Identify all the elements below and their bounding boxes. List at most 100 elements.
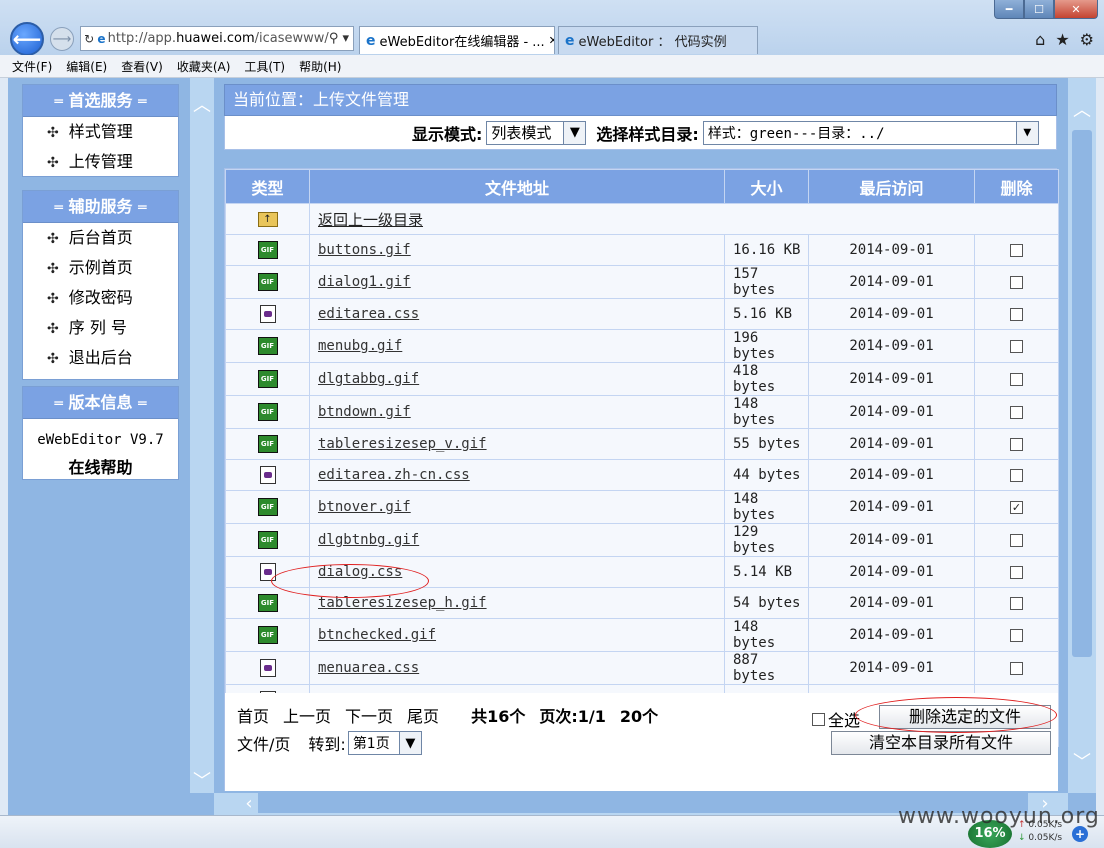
select-all[interactable]: 全选 bbox=[812, 707, 860, 731]
file-size: 44 bytes bbox=[724, 459, 809, 491]
left-frame-scrollbar[interactable]: ︿ ﹀ bbox=[190, 78, 214, 793]
delete-checkbox[interactable] bbox=[1010, 275, 1023, 289]
delete-checkbox[interactable] bbox=[1010, 565, 1023, 579]
minimize-button[interactable]: ━ bbox=[994, 0, 1024, 19]
sidebar-item-style-manage[interactable]: ✣ 样式管理 bbox=[23, 117, 178, 147]
forward-button[interactable]: ⟶ bbox=[50, 27, 74, 51]
file-name-link[interactable]: btndown.gif bbox=[309, 395, 725, 429]
file-name-link[interactable]: buttons.gif bbox=[309, 234, 725, 266]
delete-checkbox[interactable] bbox=[1010, 307, 1023, 321]
chevron-up-icon[interactable]: ︿ bbox=[1068, 96, 1096, 122]
menu-favorites[interactable]: 收藏夹(A) bbox=[177, 58, 231, 75]
prev-page-link[interactable]: 上一页 bbox=[283, 703, 331, 727]
style-dir-select[interactable]: 样式：green---目录：../▼ bbox=[702, 120, 1039, 145]
delete-checkbox[interactable] bbox=[1010, 437, 1023, 451]
goto-page-select[interactable]: 第1页 ▼ bbox=[347, 731, 422, 755]
file-size: 887 bytes bbox=[724, 651, 809, 685]
scrollbar-thumb[interactable] bbox=[1072, 130, 1092, 657]
chevron-up-icon[interactable]: ︿ bbox=[190, 94, 214, 118]
address-url: http://app.huawei.com/icasewww/ bbox=[107, 31, 329, 46]
back-button[interactable]: ⟵ bbox=[10, 22, 44, 56]
watermark-text: www.wooyun.org bbox=[898, 804, 1100, 829]
next-page-link[interactable]: 下一页 bbox=[345, 703, 393, 727]
file-name-link[interactable]: btnover.gif bbox=[309, 490, 725, 524]
chevron-down-icon[interactable]: ﹀ bbox=[190, 770, 214, 794]
gear-icon[interactable]: ⚙ bbox=[1080, 30, 1094, 49]
menu-tools[interactable]: 工具(T) bbox=[244, 58, 285, 75]
tab-ewebeditor-online[interactable]: e eWebEditor在线编辑器 - ... ✕ bbox=[359, 26, 555, 54]
header-size: 大小 bbox=[724, 169, 809, 204]
first-page-link[interactable]: 首页 bbox=[237, 703, 269, 727]
chevron-down-icon[interactable]: ﹀ bbox=[1068, 748, 1096, 774]
parent-dir-link[interactable]: 返回上一级目录 bbox=[309, 203, 1059, 235]
delete-checkbox[interactable] bbox=[1010, 533, 1023, 547]
last-access-date: 2014-09-01 bbox=[808, 651, 975, 685]
page-info: 页次:1/1 bbox=[539, 707, 606, 726]
delete-checkbox[interactable] bbox=[1010, 243, 1023, 257]
type-cell bbox=[225, 298, 310, 330]
file-name-link[interactable]: dlgbtnbg.gif bbox=[309, 523, 725, 557]
search-dropdown-icon[interactable]: ⚲ ▾ bbox=[329, 31, 353, 46]
menu-help[interactable]: 帮助(H) bbox=[299, 58, 341, 75]
menu-file[interactable]: 文件(F) bbox=[12, 58, 52, 75]
header-type: 类型 bbox=[225, 169, 310, 204]
delete-checkbox[interactable] bbox=[1010, 405, 1023, 419]
tab-code-examples[interactable]: e eWebEditor ： 代码实例 bbox=[558, 26, 758, 54]
aux-services-panel: ═ 辅助服务 ═ ✣ 后台首页 ✣ 示例首页 ✣ 修改密码 ✣ 序 列 号 ✣ 退出后台 bbox=[22, 190, 179, 380]
online-help-link[interactable]: 在线帮助 bbox=[23, 455, 178, 481]
delete-checkbox[interactable] bbox=[1010, 596, 1023, 610]
close-window-button[interactable]: ✕ bbox=[1054, 0, 1098, 19]
right-frame-scrollbar[interactable]: ︿ ﹀ bbox=[1068, 78, 1096, 793]
pagination-bar: 首页 上一页 下一页 尾页 共16个 页次:1/1 20个 文件/页 转到: 第… bbox=[225, 693, 1058, 791]
last-page-link[interactable]: 尾页 bbox=[407, 703, 439, 727]
menu-edit[interactable]: 编辑(E) bbox=[66, 58, 107, 75]
table-row: GIF buttons.gif 16.16 KB 2014-09-01 bbox=[225, 234, 1059, 266]
sidebar-item-admin-home[interactable]: ✣ 后台首页 bbox=[23, 223, 178, 253]
menu-view[interactable]: 查看(V) bbox=[121, 58, 163, 75]
table-row: menuarea.css 887 bytes 2014-09-01 bbox=[225, 651, 1059, 685]
delete-checkbox[interactable] bbox=[1010, 468, 1023, 482]
file-name-link[interactable]: dlgtabbg.gif bbox=[309, 362, 725, 396]
file-size: 148 bytes bbox=[724, 395, 809, 429]
sidebar-item-example-home[interactable]: ✣ 示例首页 bbox=[23, 253, 178, 283]
sidebar-item-serial-number[interactable]: ✣ 序 列 号 bbox=[23, 313, 178, 343]
home-icon[interactable]: ⌂ bbox=[1035, 30, 1045, 49]
display-mode-select[interactable]: 列表模式 ▼ bbox=[486, 120, 587, 145]
file-name-link[interactable]: editarea.zh-cn.css bbox=[309, 459, 725, 491]
file-size: 54 bytes bbox=[724, 587, 809, 619]
delete-checkbox[interactable] bbox=[1010, 372, 1023, 386]
display-mode-label: 显示模式: bbox=[412, 124, 483, 144]
delete-checkbox[interactable] bbox=[1010, 628, 1023, 642]
file-name-link[interactable]: btnchecked.gif bbox=[309, 618, 725, 652]
select-all-checkbox[interactable] bbox=[812, 712, 825, 726]
header-path: 文件地址 bbox=[309, 169, 725, 204]
maximize-button[interactable]: ☐ bbox=[1024, 0, 1054, 19]
star-icon[interactable]: ★ bbox=[1055, 30, 1069, 49]
delete-checkbox[interactable] bbox=[1010, 339, 1023, 353]
forward-arrow-icon: ⟶ bbox=[52, 31, 72, 47]
bullet-icon: ✣ bbox=[47, 155, 59, 171]
dropdown-arrow-icon: ▼ bbox=[1015, 121, 1038, 144]
sidebar-item-upload-manage[interactable]: ✣ 上传管理 bbox=[23, 147, 178, 177]
clear-directory-button[interactable]: 清空本目录所有文件 bbox=[831, 731, 1051, 755]
table-row: GIF dlgtabbg.gif 418 bytes 2014-09-01 bbox=[225, 362, 1059, 396]
sidebar-item-change-password[interactable]: ✣ 修改密码 bbox=[23, 283, 178, 313]
file-name-link[interactable]: tableresizesep_v.gif bbox=[309, 428, 725, 460]
type-cell: GIF bbox=[225, 490, 310, 524]
refresh-icon[interactable]: ↻ bbox=[83, 32, 95, 46]
sidebar-item-logout[interactable]: ✣ 退出后台 bbox=[23, 343, 178, 373]
select-all-label: 全选 bbox=[828, 711, 861, 730]
delete-checkbox[interactable] bbox=[1010, 661, 1023, 675]
page-content: ═ 首选服务 ═ ✣ 样式管理 ✣ 上传管理 ═ 辅助服务 ═ ✣ 后台首页 ✣ 示例首… bbox=[8, 78, 1096, 815]
file-name-link[interactable]: menubg.gif bbox=[309, 329, 725, 363]
delete-cell bbox=[974, 265, 1059, 299]
chevron-left-icon[interactable]: ‹ bbox=[234, 793, 264, 814]
file-name-link[interactable]: dialog1.gif bbox=[309, 265, 725, 299]
delete-checkbox[interactable]: ✓ bbox=[1010, 500, 1023, 514]
file-name-link[interactable]: editarea.css bbox=[309, 298, 725, 330]
address-bar[interactable]: ↻ e http://app.huawei.com/icasewww/ ⚲ ▾ bbox=[80, 26, 354, 51]
tab-close-icon[interactable]: ✕ bbox=[549, 34, 554, 47]
per-page-count: 20个 bbox=[619, 707, 659, 726]
file-name-link[interactable]: menuarea.css bbox=[309, 651, 725, 685]
current-location: 当前位置：上传文件管理 bbox=[224, 84, 1057, 116]
